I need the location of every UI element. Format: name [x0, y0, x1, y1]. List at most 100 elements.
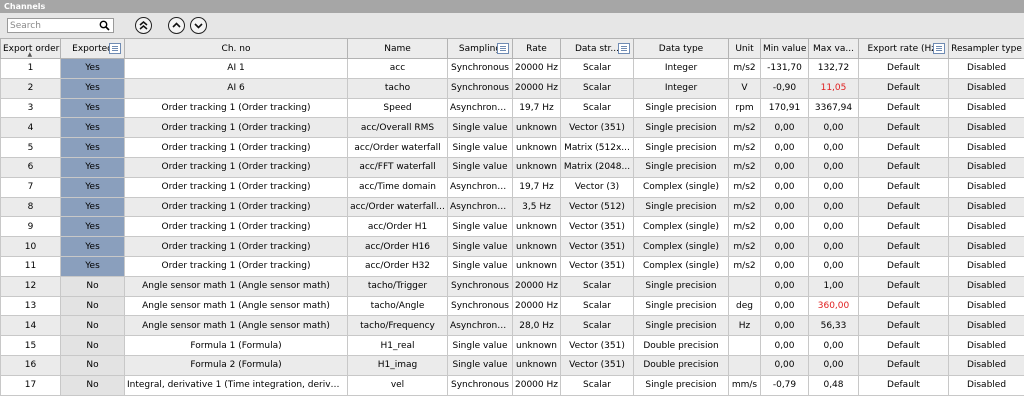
cell-export-rate[interactable]: Default: [859, 256, 949, 276]
cell-resampler-type[interactable]: Disabled: [949, 78, 1024, 98]
cell-exported[interactable]: Yes: [61, 138, 125, 158]
cell-export-order[interactable]: 11: [1, 256, 61, 276]
cell-export-order[interactable]: 10: [1, 237, 61, 257]
cell-export-rate[interactable]: Default: [859, 296, 949, 316]
table-row[interactable]: 1YesAI 1accSynchronous20000 HzScalarInte…: [1, 59, 1024, 79]
table-row[interactable]: 17NoIntegral, derivative 1 (Time integra…: [1, 375, 1024, 395]
cell-resampler-type[interactable]: Disabled: [949, 316, 1024, 336]
cell-export-order[interactable]: 14: [1, 316, 61, 336]
cell-resampler-type[interactable]: Disabled: [949, 197, 1024, 217]
table-row[interactable]: 15NoFormula 1 (Formula)H1_realSingle val…: [1, 336, 1024, 356]
search-icon[interactable]: [99, 20, 110, 31]
move-down-button[interactable]: [190, 17, 207, 34]
cell-exported[interactable]: Yes: [61, 59, 125, 79]
table-row[interactable]: 11YesOrder tracking 1 (Order tracking)ac…: [1, 256, 1024, 276]
cell-exported[interactable]: Yes: [61, 98, 125, 118]
table-row[interactable]: 13NoAngle sensor math 1 (Angle sensor ma…: [1, 296, 1024, 316]
column-header-max-value[interactable]: Max va...: [809, 39, 859, 59]
cell-exported[interactable]: Yes: [61, 157, 125, 177]
table-row[interactable]: 2YesAI 6tachoSynchronous20000 HzScalarIn…: [1, 78, 1024, 98]
cell-export-order[interactable]: 17: [1, 375, 61, 395]
cell-export-rate[interactable]: Default: [859, 355, 949, 375]
cell-exported[interactable]: No: [61, 296, 125, 316]
cell-exported[interactable]: Yes: [61, 256, 125, 276]
cell-exported[interactable]: Yes: [61, 237, 125, 257]
cell-exported[interactable]: No: [61, 375, 125, 395]
table-row[interactable]: 8YesOrder tracking 1 (Order tracking)acc…: [1, 197, 1024, 217]
cell-export-rate[interactable]: Default: [859, 336, 949, 356]
cell-export-order[interactable]: 16: [1, 355, 61, 375]
cell-export-rate[interactable]: Default: [859, 237, 949, 257]
table-row[interactable]: 4YesOrder tracking 1 (Order tracking)acc…: [1, 118, 1024, 138]
cell-export-rate[interactable]: Default: [859, 59, 949, 79]
column-header-ch-no[interactable]: Ch. no: [125, 39, 348, 59]
cell-export-rate[interactable]: Default: [859, 138, 949, 158]
cell-export-rate[interactable]: Default: [859, 276, 949, 296]
cell-exported[interactable]: Yes: [61, 197, 125, 217]
cell-exported[interactable]: No: [61, 276, 125, 296]
cell-export-rate[interactable]: Default: [859, 118, 949, 138]
cell-resampler-type[interactable]: Disabled: [949, 138, 1024, 158]
table-row[interactable]: 3YesOrder tracking 1 (Order tracking)Spe…: [1, 98, 1024, 118]
column-header-min-value[interactable]: Min value: [761, 39, 809, 59]
cell-exported[interactable]: Yes: [61, 217, 125, 237]
table-row[interactable]: 16NoFormula 2 (Formula)H1_imagSingle val…: [1, 355, 1024, 375]
table-row[interactable]: 5YesOrder tracking 1 (Order tracking)acc…: [1, 138, 1024, 158]
cell-export-order[interactable]: 1: [1, 59, 61, 79]
cell-export-order[interactable]: 6: [1, 157, 61, 177]
cell-resampler-type[interactable]: Disabled: [949, 157, 1024, 177]
cell-exported[interactable]: No: [61, 355, 125, 375]
column-header-export-rate[interactable]: Export rate (Hz): [859, 39, 949, 59]
cell-resampler-type[interactable]: Disabled: [949, 355, 1024, 375]
cell-resampler-type[interactable]: Disabled: [949, 59, 1024, 79]
cell-export-order[interactable]: 2: [1, 78, 61, 98]
cell-export-order[interactable]: 13: [1, 296, 61, 316]
column-header-resampler-type[interactable]: Resampler type: [949, 39, 1024, 59]
cell-export-order[interactable]: 8: [1, 197, 61, 217]
cell-export-rate[interactable]: Default: [859, 217, 949, 237]
column-header-exported[interactable]: Exported: [61, 39, 125, 59]
cell-export-rate[interactable]: Default: [859, 98, 949, 118]
column-header-export-order[interactable]: Export order▲: [1, 39, 61, 59]
cell-resampler-type[interactable]: Disabled: [949, 217, 1024, 237]
column-header-unit[interactable]: Unit: [729, 39, 761, 59]
cell-resampler-type[interactable]: Disabled: [949, 296, 1024, 316]
column-header-sampling[interactable]: Sampling: [448, 39, 513, 59]
cell-export-order[interactable]: 12: [1, 276, 61, 296]
column-header-data-type[interactable]: Data type: [634, 39, 729, 59]
cell-exported[interactable]: Yes: [61, 177, 125, 197]
table-row[interactable]: 14NoAngle sensor math 1 (Angle sensor ma…: [1, 316, 1024, 336]
table-row[interactable]: 12NoAngle sensor math 1 (Angle sensor ma…: [1, 276, 1024, 296]
cell-resampler-type[interactable]: Disabled: [949, 177, 1024, 197]
cell-resampler-type[interactable]: Disabled: [949, 256, 1024, 276]
column-filter-icon[interactable]: [109, 43, 121, 54]
cell-export-rate[interactable]: Default: [859, 78, 949, 98]
cell-export-order[interactable]: 3: [1, 98, 61, 118]
column-header-name[interactable]: Name: [348, 39, 448, 59]
cell-exported[interactable]: Yes: [61, 118, 125, 138]
cell-export-rate[interactable]: Default: [859, 316, 949, 336]
cell-export-order[interactable]: 4: [1, 118, 61, 138]
column-header-data-structure[interactable]: Data str...: [561, 39, 634, 59]
cell-export-order[interactable]: 5: [1, 138, 61, 158]
cell-resampler-type[interactable]: Disabled: [949, 375, 1024, 395]
cell-resampler-type[interactable]: Disabled: [949, 336, 1024, 356]
cell-resampler-type[interactable]: Disabled: [949, 118, 1024, 138]
cell-exported[interactable]: Yes: [61, 78, 125, 98]
move-up-button[interactable]: [168, 17, 185, 34]
column-filter-icon[interactable]: [497, 43, 509, 54]
cell-exported[interactable]: No: [61, 336, 125, 356]
cell-export-order[interactable]: 9: [1, 217, 61, 237]
table-row[interactable]: 10YesOrder tracking 1 (Order tracking)ac…: [1, 237, 1024, 257]
cell-export-rate[interactable]: Default: [859, 197, 949, 217]
search-input[interactable]: [10, 20, 96, 31]
cell-resampler-type[interactable]: Disabled: [949, 276, 1024, 296]
cell-export-rate[interactable]: Default: [859, 177, 949, 197]
cell-exported[interactable]: No: [61, 316, 125, 336]
cell-resampler-type[interactable]: Disabled: [949, 98, 1024, 118]
move-to-top-button[interactable]: [135, 17, 152, 34]
table-row[interactable]: 9YesOrder tracking 1 (Order tracking)acc…: [1, 217, 1024, 237]
column-filter-icon[interactable]: [933, 43, 945, 54]
cell-export-order[interactable]: 15: [1, 336, 61, 356]
column-filter-icon[interactable]: [618, 43, 630, 54]
